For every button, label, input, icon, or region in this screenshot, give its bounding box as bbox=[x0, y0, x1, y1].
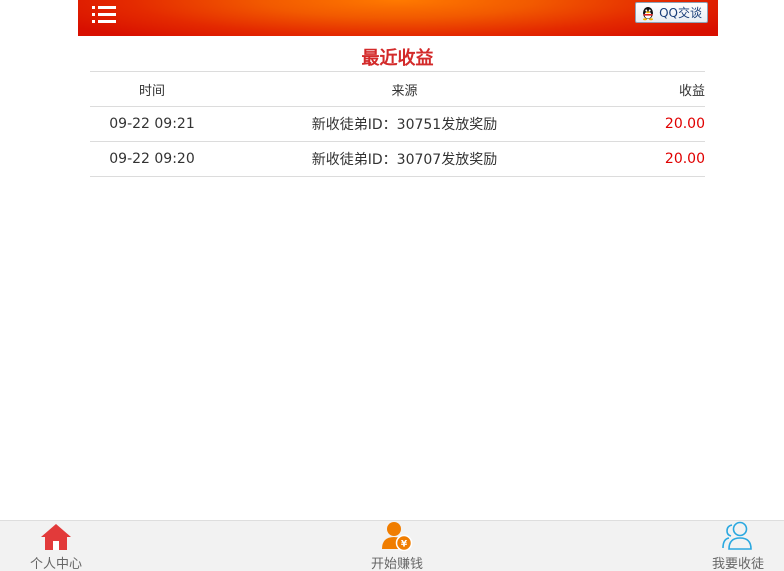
column-header-amount: 收益 bbox=[678, 83, 705, 99]
column-header-time: 时间 bbox=[138, 83, 165, 99]
row-amount: 20.00 bbox=[664, 151, 705, 167]
earnings-table: 时间 来源 收益 09-22 09:21 新收徒弟ID：30751发放奖励 20… bbox=[90, 71, 705, 177]
nav-label: 个人中心 bbox=[29, 557, 82, 571]
table-header-row: 时间 来源 收益 bbox=[90, 72, 705, 107]
nav-label: 开始赚钱 bbox=[370, 557, 423, 571]
qq-penguin-icon bbox=[640, 5, 656, 21]
nav-personal-center[interactable]: 个人中心 bbox=[11, 523, 101, 571]
table-row: 09-22 09:21 新收徒弟ID：30751发放奖励 20.00 bbox=[90, 107, 705, 142]
nav-label: 我要收徒 bbox=[711, 557, 764, 571]
nav-recruit-apprentice[interactable]: 我要收徒 bbox=[693, 521, 783, 571]
page: QQ交谈 最近收益 时间 来源 收益 09-22 09:21 新收徒弟ID：30… bbox=[0, 0, 784, 571]
top-header: QQ交谈 bbox=[78, 0, 718, 36]
qq-chat-label: QQ交谈 bbox=[659, 6, 702, 20]
row-time: 09-22 09:21 bbox=[109, 116, 195, 132]
user-money-icon: ¥ bbox=[381, 521, 413, 555]
bottom-nav: 个人中心 ¥ 开始赚钱 我要收徒 bbox=[0, 520, 784, 571]
row-amount: 20.00 bbox=[664, 116, 705, 132]
page-title: 最近收益 bbox=[361, 48, 434, 69]
users-icon bbox=[721, 521, 755, 555]
menu-icon[interactable] bbox=[92, 5, 116, 23]
table-row: 09-22 09:20 新收徒弟ID：30707发放奖励 20.00 bbox=[90, 142, 705, 177]
home-icon bbox=[40, 523, 72, 555]
qq-chat-button[interactable]: QQ交谈 bbox=[635, 2, 708, 23]
row-source: 新收徒弟ID：30751发放奖励 bbox=[311, 117, 498, 133]
nav-start-earning[interactable]: ¥ 开始赚钱 bbox=[352, 521, 442, 571]
column-header-source: 来源 bbox=[391, 83, 418, 99]
row-source: 新收徒弟ID：30707发放奖励 bbox=[311, 152, 498, 168]
svg-text:¥: ¥ bbox=[401, 540, 408, 550]
row-time: 09-22 09:20 bbox=[109, 151, 195, 167]
